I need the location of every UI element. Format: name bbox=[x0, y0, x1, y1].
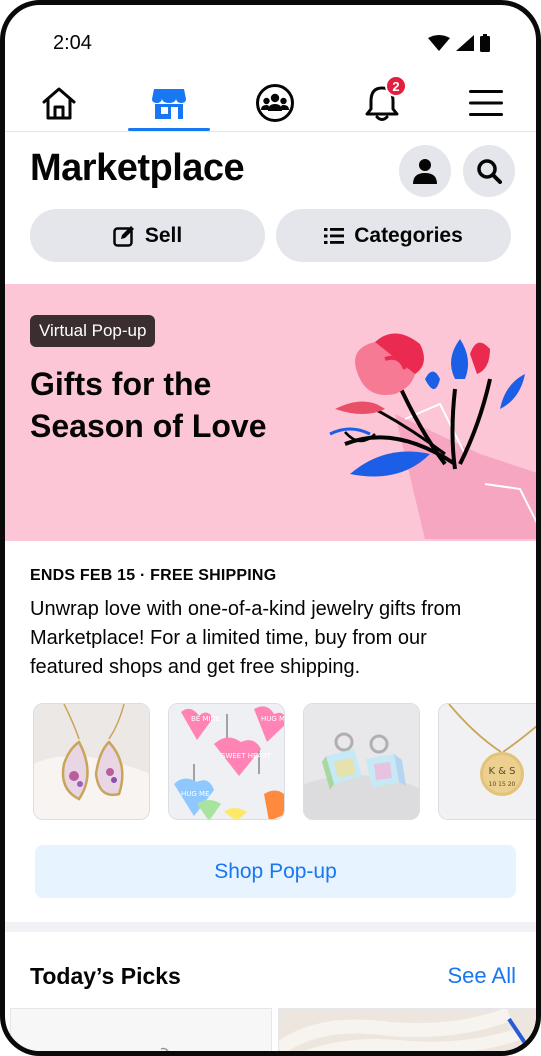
candy-heart-text-4: HUG ME bbox=[181, 790, 210, 798]
search-icon bbox=[477, 159, 502, 184]
categories-button[interactable]: Categories bbox=[276, 209, 511, 262]
banner-tag: Virtual Pop-up bbox=[30, 315, 156, 347]
edit-icon bbox=[113, 225, 134, 247]
section-divider bbox=[5, 922, 536, 932]
notification-badge: 2 bbox=[385, 75, 407, 97]
sell-label: Sell bbox=[144, 223, 183, 247]
status-time: 2:04 bbox=[53, 32, 92, 54]
flower-bouquet-illustration bbox=[329, 333, 536, 539]
pick-image-1 bbox=[160, 1047, 169, 1051]
popup-description: Unwrap love with one-of-a-kind jewelry g… bbox=[30, 598, 462, 678]
nav-tab-home[interactable] bbox=[18, 75, 100, 131]
nav-tab-groups[interactable] bbox=[234, 75, 316, 131]
categories-label: Categories bbox=[354, 223, 463, 247]
product-thumbnails: BE MINE HUG ME SWEET HEART HUG ME bbox=[33, 703, 536, 821]
signal-icon bbox=[456, 35, 474, 51]
pick-card-1[interactable] bbox=[10, 1008, 272, 1051]
top-navbar: 2 bbox=[5, 75, 536, 132]
marketplace-header: Marketplace bbox=[30, 145, 515, 199]
home-icon bbox=[42, 87, 76, 120]
pick-image-2 bbox=[279, 1009, 531, 1051]
pick-card-2[interactable] bbox=[278, 1008, 536, 1051]
thumbnail-candy-heart-earrings[interactable]: BE MINE HUG ME SWEET HEART HUG ME bbox=[168, 703, 285, 820]
search-button[interactable] bbox=[463, 145, 515, 197]
profile-button[interactable] bbox=[399, 145, 451, 197]
groups-icon bbox=[256, 84, 294, 122]
candy-heart-earrings-image: BE MINE HUG ME SWEET HEART HUG ME bbox=[169, 704, 285, 819]
status-bar: 2:04 bbox=[5, 5, 536, 75]
engraved-necklace-image: K & S 10 15 20 bbox=[439, 704, 536, 819]
candy-heart-text-2: HUG ME bbox=[261, 715, 285, 723]
thumbnail-crystal-earrings[interactable] bbox=[303, 703, 420, 820]
wifi-icon bbox=[428, 35, 450, 51]
status-icons bbox=[428, 34, 490, 52]
candy-heart-text-1: BE MINE bbox=[191, 715, 220, 723]
shop-popup-button[interactable]: Shop Pop-up bbox=[35, 845, 516, 898]
list-icon bbox=[324, 227, 345, 244]
phone-frame: 2:04 2 Marketplace Sell Categories Virtu… bbox=[0, 0, 541, 1056]
battery-icon bbox=[480, 34, 490, 52]
todays-picks-header: Today’s Picks See All bbox=[30, 961, 516, 995]
page-title: Marketplace bbox=[30, 147, 245, 189]
banner-title: Gifts for the Season of Love bbox=[30, 366, 267, 444]
action-pills: Sell Categories bbox=[30, 209, 515, 262]
sell-button[interactable]: Sell bbox=[30, 209, 265, 262]
person-icon bbox=[413, 159, 437, 184]
crystal-cube-earrings-image bbox=[304, 704, 419, 819]
candy-heart-text-3: SWEET HEART bbox=[221, 752, 272, 760]
nav-tab-menu[interactable] bbox=[445, 75, 527, 131]
menu-icon bbox=[469, 90, 503, 116]
necklace-engraving: K & S bbox=[488, 766, 515, 777]
marketplace-icon bbox=[152, 89, 186, 119]
popup-banner[interactable]: Virtual Pop-up Gifts for the Season of L… bbox=[5, 284, 536, 541]
necklace-date: 10 15 20 bbox=[489, 781, 516, 788]
teardrop-earrings-image bbox=[34, 704, 149, 819]
popup-info: ENDS FEB 15 · FREE SHIPPING Unwrap love … bbox=[30, 567, 500, 682]
thumbnail-teardrop-earrings[interactable] bbox=[33, 703, 150, 820]
nav-tab-notifications[interactable]: 2 bbox=[341, 75, 423, 131]
see-all-link[interactable]: See All bbox=[448, 963, 517, 989]
popup-meta: ENDS FEB 15 · FREE SHIPPING bbox=[30, 567, 277, 584]
nav-tab-marketplace[interactable] bbox=[128, 75, 210, 131]
todays-picks-title: Today’s Picks bbox=[30, 963, 181, 989]
thumbnail-engraved-necklace[interactable]: K & S 10 15 20 bbox=[438, 703, 536, 820]
